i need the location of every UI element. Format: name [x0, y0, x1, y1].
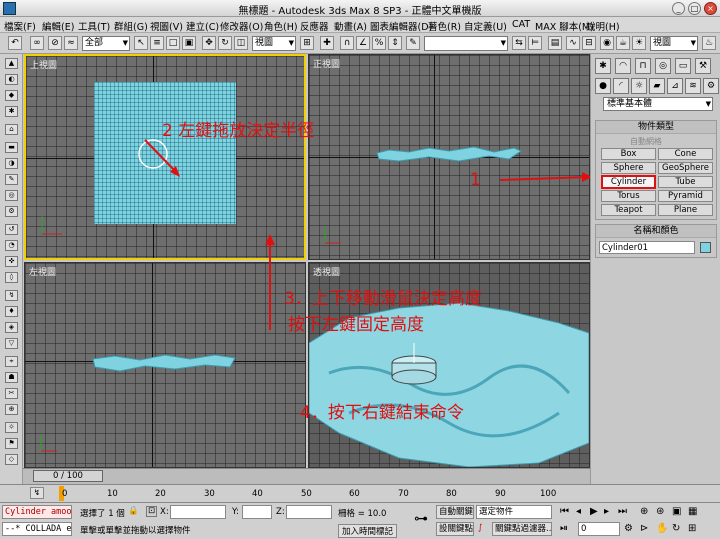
z-label: Z: — [276, 507, 285, 517]
selection-status: 選擇了 1 個 — [80, 509, 125, 519]
timeline-ruler[interactable]: ↯ 0 10 20 30 40 50 60 70 80 90 100 — [0, 484, 720, 502]
display-tab-icon[interactable]: ▭ — [675, 58, 691, 74]
y-label: Y: — [232, 507, 239, 517]
lights-icon[interactable]: ☼ — [631, 78, 647, 94]
zoom-all-icon[interactable]: ⊛ — [656, 506, 664, 517]
motion-tab-icon[interactable]: ◎ — [655, 58, 671, 74]
x-coordinate-input[interactable] — [170, 505, 226, 519]
hierarchy-tab-icon[interactable]: ⊓ — [635, 58, 651, 74]
key-mode-icon[interactable]: ∫ — [478, 523, 482, 533]
spacewarps-icon[interactable]: ≋ — [685, 78, 701, 94]
maxscript-listener-line1[interactable]: Cylinder amoo — [2, 505, 72, 519]
name-color-rollout: 名稱和顏色 Cylinder01 — [595, 224, 717, 258]
object-type-rollout: 物件類型 自動網格 Box Cone Sphere GeoSphere Cyli… — [595, 120, 717, 220]
lock-icon[interactable]: 🔒 — [128, 506, 139, 516]
command-panel: ✱ ◠ ⊓ ◎ ▭ ⚒ ● ◜ ☼ ▰ ⊿ ≋ ⚙ 標準基本體 物件類型 自動網… — [590, 54, 720, 484]
cone-button[interactable]: Cone — [658, 148, 713, 160]
category-select[interactable]: 標準基本體 — [603, 97, 713, 111]
shapes-icon[interactable]: ◜ — [613, 78, 629, 94]
maxscript-listener-line2[interactable]: --* COLLADA e — [2, 522, 72, 536]
maximize-viewport-icon[interactable]: ⊞ — [688, 523, 696, 534]
annotation-step3a: 3．上下移動滑鼠決定高度 — [284, 289, 482, 309]
time-slider[interactable]: 0 / 100 — [33, 470, 103, 482]
systems-icon[interactable]: ⚙ — [703, 78, 719, 94]
geosphere-button[interactable]: GeoSphere — [658, 162, 713, 174]
play-icon[interactable]: ▶ — [590, 506, 598, 517]
next-frame-icon[interactable]: ▸ — [604, 506, 609, 517]
cylinder-button[interactable]: Cylinder — [601, 175, 656, 189]
annotation-step4: 4．按下右鍵結束命令 — [300, 403, 464, 423]
sphere-button[interactable]: Sphere — [601, 162, 656, 174]
tick-label: 100 — [540, 489, 557, 499]
annotation-step1: 1 — [470, 170, 481, 190]
torus-button[interactable]: Torus — [601, 190, 656, 202]
geometry-icon[interactable]: ● — [595, 78, 611, 94]
set-key-icon[interactable]: ⊶ — [414, 511, 428, 527]
object-name-input[interactable]: Cylinder01 — [599, 241, 695, 254]
tick-label: 30 — [204, 489, 215, 499]
y-coordinate-input[interactable] — [242, 505, 272, 519]
object-color-swatch[interactable] — [700, 242, 711, 253]
arc-rotate-icon[interactable]: ↻ — [672, 523, 680, 534]
time-config-icon[interactable]: ⚙ — [624, 523, 633, 534]
teapot-button[interactable]: Teapot — [601, 204, 656, 216]
tick-label: 80 — [446, 489, 457, 499]
grid-size: 柵格 = 10.0 — [338, 509, 387, 519]
prev-frame-icon[interactable]: ◂ — [576, 506, 581, 517]
annotation-step2: 2 左鍵拖放決定半徑 — [162, 121, 315, 141]
key-mode-toggle-icon[interactable]: ⏯ — [560, 523, 568, 534]
create-tab-icon[interactable]: ✱ — [595, 58, 611, 74]
plane-button[interactable]: Plane — [658, 204, 713, 216]
helpers-icon[interactable]: ⊿ — [667, 78, 683, 94]
tick-label: 90 — [495, 489, 506, 499]
mini-curve-editor-icon[interactable]: ↯ — [30, 487, 44, 499]
add-time-tag-button[interactable]: 加入時間標記 — [338, 524, 398, 538]
z-coordinate-input[interactable] — [286, 505, 332, 519]
tick-label: 70 — [398, 489, 409, 499]
autogrid-checkbox[interactable]: 自動網格 — [630, 136, 662, 147]
object-type-title[interactable]: 物件類型 — [596, 121, 716, 134]
cameras-icon[interactable]: ▰ — [649, 78, 665, 94]
tube-button[interactable]: Tube — [658, 176, 713, 188]
status-bar: Cylinder amoo --* COLLADA e 選擇了 1 個 🔒 ⊡ … — [0, 502, 720, 539]
tick-label: 50 — [301, 489, 312, 499]
pan-icon[interactable]: ✋ — [656, 523, 668, 534]
goto-start-icon[interactable]: ⏮ — [560, 506, 569, 517]
x-label: X: — [160, 507, 169, 517]
pyramid-button[interactable]: Pyramid — [658, 190, 713, 202]
name-color-title[interactable]: 名稱和顏色 — [596, 225, 716, 238]
current-frame-input[interactable]: 0 — [578, 522, 620, 536]
tick-label: 40 — [252, 489, 263, 499]
field-of-view-icon[interactable]: ⊳ — [640, 523, 648, 534]
tick-label: 0 — [62, 489, 68, 499]
box-button[interactable]: Box — [601, 148, 656, 160]
set-key-button[interactable]: 設關鍵點 — [436, 522, 474, 536]
tick-label: 20 — [155, 489, 166, 499]
zoom-icon[interactable]: ⊕ — [640, 506, 648, 517]
utilities-tab-icon[interactable]: ⚒ — [695, 58, 711, 74]
zoom-extents-icon[interactable]: ▣ — [672, 506, 681, 517]
modify-tab-icon[interactable]: ◠ — [615, 58, 631, 74]
zoom-extents-all-icon[interactable]: ▦ — [688, 506, 697, 517]
auto-key-button[interactable]: 自動關鍵 — [436, 505, 474, 519]
annotation-step3b: 按下左鍵固定高度 — [288, 315, 424, 335]
tick-label: 10 — [107, 489, 118, 499]
tick-label: 60 — [349, 489, 360, 499]
track-bar[interactable] — [23, 468, 590, 484]
absolute-mode-icon[interactable]: ⊡ — [146, 506, 157, 517]
goto-end-icon[interactable]: ⏭ — [618, 506, 627, 517]
prompt-line: 單擊或單擊並拖動以選擇物件 — [80, 526, 191, 536]
key-filters-button[interactable]: 關鍵點過濾器... — [492, 522, 552, 536]
selection-set-select[interactable]: 選定物件 — [476, 505, 552, 519]
